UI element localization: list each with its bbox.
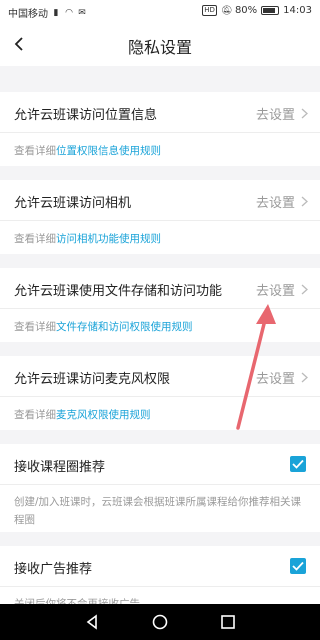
description-text: 关闭后你将不会再接收广告 — [14, 598, 140, 604]
rule-prefix: 查看详细 — [14, 409, 56, 421]
rule-prefix: 查看详细 — [14, 321, 56, 333]
rule-link-microphone[interactable]: 麦克风权限使用规则 — [56, 409, 151, 421]
toggle-row-course-circle[interactable]: 接收课程圈推荐 — [0, 444, 320, 484]
toggle-description: 关闭后你将不会再接收广告 — [0, 586, 320, 604]
permission-label: 允许云班课访问相机 — [14, 196, 132, 211]
chevron-right-icon — [301, 108, 308, 119]
system-nav-bar — [0, 604, 320, 640]
status-bar: 中国移动 ▮ ◠ ✉ HD 🔕︎ 80% 14:03 — [0, 0, 320, 22]
permission-label: 允许云班课使用文件存储和访问功能 — [14, 284, 223, 299]
carrier-label: 中国移动 — [8, 9, 48, 20]
clock: 14:03 — [283, 5, 312, 16]
section-gap — [0, 342, 320, 356]
section-gap — [0, 254, 320, 268]
wifi-icon: ◠ — [65, 7, 73, 18]
go-settings-label: 去设置 — [255, 284, 295, 299]
recent-apps-icon[interactable] — [219, 613, 237, 631]
go-settings-button[interactable]: 去设置 — [256, 368, 308, 387]
section-gap — [0, 166, 320, 180]
chevron-right-icon — [301, 372, 308, 383]
ads-checkbox[interactable] — [290, 558, 306, 574]
permission-row-location[interactable]: 允许云班课访问位置信息 去设置 — [0, 92, 320, 132]
checkmark-icon — [292, 561, 304, 571]
signal-icon: ▮ — [53, 7, 59, 18]
permission-label: 允许云班课访问位置信息 — [14, 108, 158, 123]
toggle-row-ads[interactable]: 接收广告推荐 — [0, 546, 320, 586]
notification-icon: ✉ — [78, 7, 86, 18]
home-icon[interactable] — [151, 613, 169, 631]
back-icon[interactable] — [83, 613, 101, 631]
mute-icon: 🔕︎ — [220, 5, 233, 16]
toggle-label: 接收广告推荐 — [14, 562, 93, 577]
go-settings-button[interactable]: 去设置 — [256, 192, 308, 211]
permission-label: 允许云班课访问麦克风权限 — [14, 372, 171, 387]
rule-link-location[interactable]: 位置权限信息使用规则 — [56, 145, 161, 157]
permission-row-microphone[interactable]: 允许云班课访问麦克风权限 去设置 — [0, 356, 320, 396]
go-settings-label: 去设置 — [255, 196, 295, 211]
nav-bar: 隐私设置 — [0, 22, 320, 66]
page-title: 隐私设置 — [127, 38, 192, 57]
checkmark-icon — [292, 459, 304, 469]
section-gap — [0, 532, 320, 546]
rule-prefix: 查看详细 — [14, 145, 56, 157]
toggle-description: 创建/加入班课时，云班课会根据班课所属课程给你推荐相关课程圈 — [0, 484, 320, 532]
go-settings-button[interactable]: 去设置 — [256, 104, 308, 123]
chevron-right-icon — [301, 196, 308, 207]
battery-icon — [261, 6, 280, 15]
battery-percent: 80% — [234, 5, 258, 16]
rule-link-storage[interactable]: 文件存储和访问权限使用规则 — [56, 321, 193, 333]
go-settings-label: 去设置 — [255, 108, 295, 123]
rule-link-camera[interactable]: 访问相机功能使用规则 — [56, 233, 161, 245]
permission-rule-row: 查看详细访问相机功能使用规则 — [0, 220, 320, 254]
permission-row-storage[interactable]: 允许云班课使用文件存储和访问功能 去设置 — [0, 268, 320, 308]
go-settings-label: 去设置 — [255, 372, 295, 387]
course-circle-checkbox[interactable] — [290, 456, 306, 472]
permission-rule-row: 查看详细位置权限信息使用规则 — [0, 132, 320, 166]
toggle-label: 接收课程圈推荐 — [14, 460, 106, 475]
permission-row-camera[interactable]: 允许云班课访问相机 去设置 — [0, 180, 320, 220]
permission-rule-row: 查看详细文件存储和访问权限使用规则 — [0, 308, 320, 342]
description-text: 创建/加入班课时，云班课会根据班课所属课程给你推荐相关课程圈 — [14, 496, 302, 526]
permission-rule-row: 查看详细麦克风权限使用规则 — [0, 396, 320, 430]
section-gap — [0, 430, 320, 444]
chevron-right-icon — [301, 284, 308, 295]
hd-badge: HD — [202, 5, 217, 16]
rule-prefix: 查看详细 — [14, 233, 56, 245]
section-gap — [0, 66, 320, 92]
go-settings-button[interactable]: 去设置 — [256, 280, 308, 299]
